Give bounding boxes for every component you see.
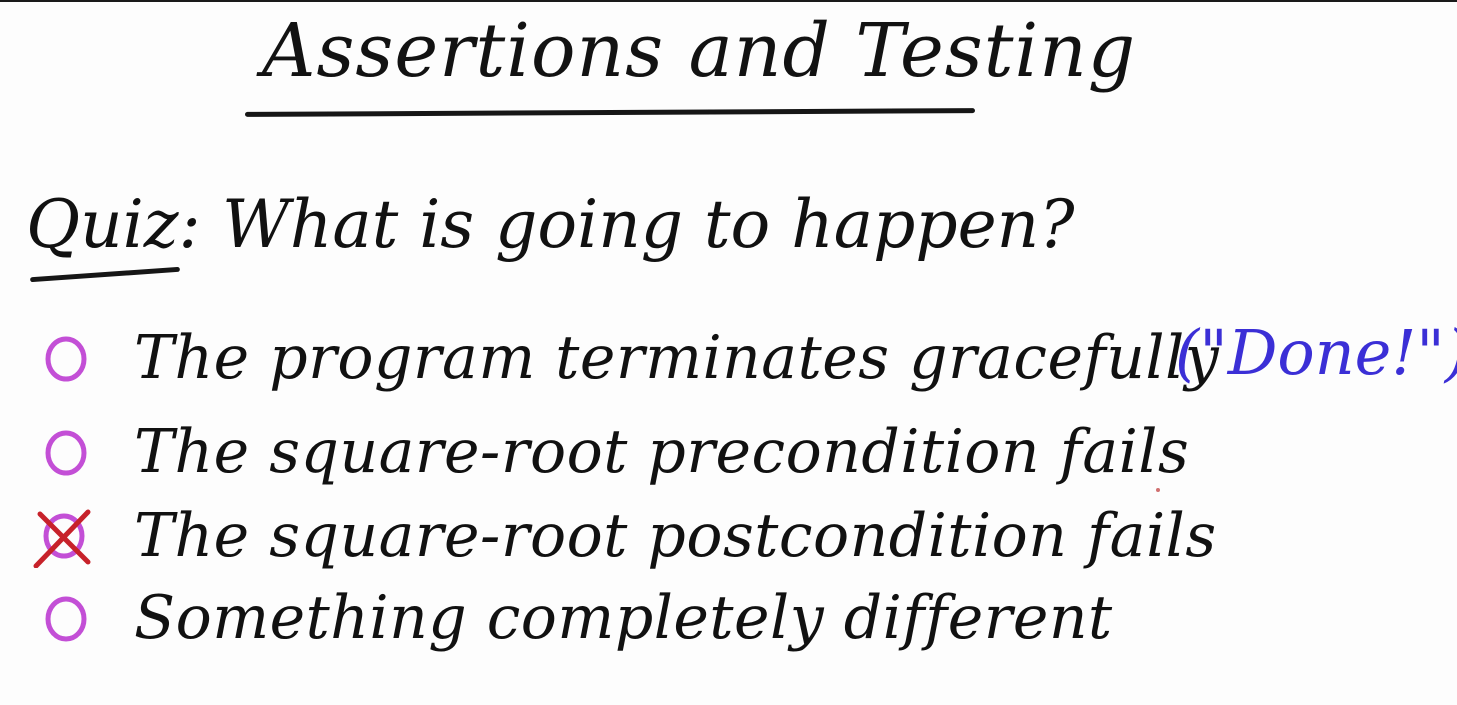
top-border [0, 0, 1457, 2]
option-different[interactable]: Something completely different [40, 578, 1113, 658]
quiz-question: What is going to happen? [222, 186, 1075, 263]
whiteboard: Assertions and Testing Quiz: What is goi… [0, 0, 1457, 705]
option-label: The program terminates gracefully [134, 323, 1220, 393]
option-precondition[interactable]: The square-root precondition fails [40, 412, 1189, 492]
radio-circle-icon[interactable] [40, 426, 92, 478]
radio-circle-checked-icon[interactable] [33, 509, 92, 568]
stray-mark [1156, 488, 1160, 492]
page-title: Assertions and Testing [262, 8, 1137, 94]
title-underline [244, 108, 976, 117]
option-graceful[interactable]: The program terminates gracefully [40, 318, 1219, 398]
option-label: The square-root precondition fails [134, 417, 1190, 487]
option-label: Something completely different [134, 583, 1113, 653]
quiz-label: Quiz: [26, 186, 201, 263]
option-label: The square-root postcondition fails [134, 501, 1217, 571]
radio-circle-icon[interactable] [40, 592, 92, 644]
quiz-underline [30, 266, 180, 283]
option-postcondition[interactable]: The square-root postcondition fails [33, 496, 1217, 576]
done-annotation: ("Done!") [1175, 316, 1457, 389]
radio-circle-icon[interactable] [40, 332, 92, 384]
